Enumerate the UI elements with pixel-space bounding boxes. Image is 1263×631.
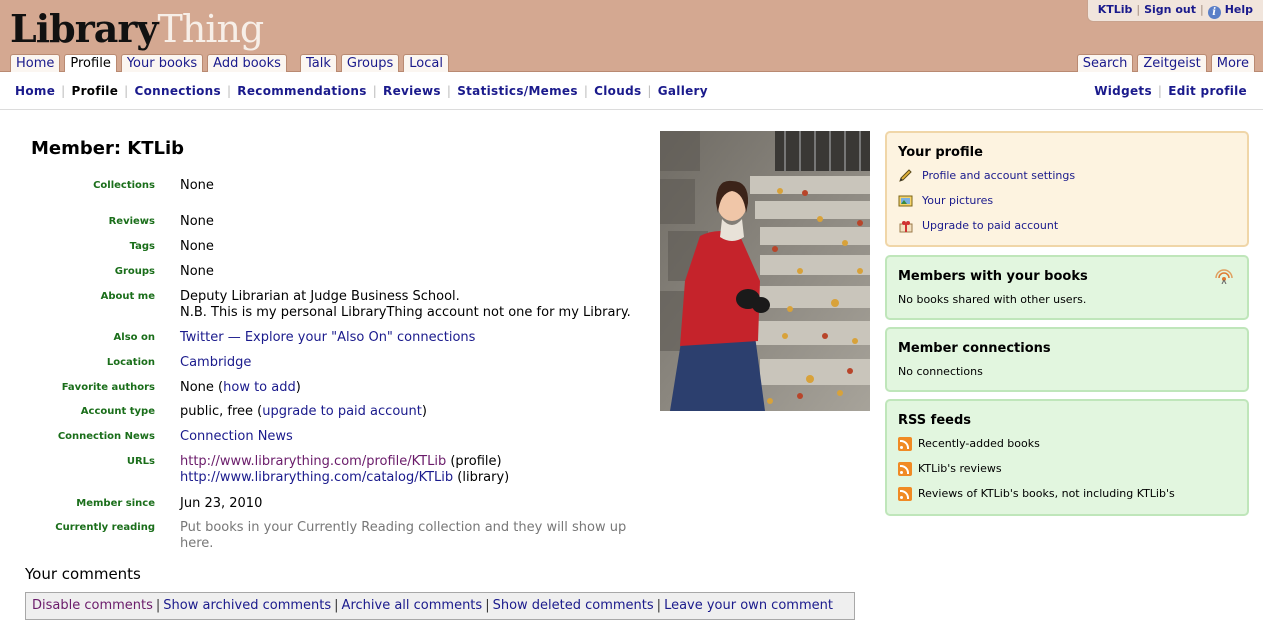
subnav-recommendations[interactable]: Recommendations	[237, 84, 366, 98]
archive-all-comments-link[interactable]: Archive all comments	[342, 598, 483, 613]
location-link[interactable]: Cambridge	[180, 355, 251, 370]
tab-search[interactable]: Search	[1076, 54, 1134, 72]
subnav-home[interactable]: Home	[15, 84, 55, 98]
your-profile-box: Your profile Profile and account setting…	[885, 131, 1249, 247]
tab-zeitgeist[interactable]: Zeitgeist	[1137, 54, 1207, 72]
sign-out-link[interactable]: Sign out	[1144, 3, 1196, 16]
members-with-books-text: No books shared with other users.	[898, 293, 1087, 306]
member-connections-box: Member connections No connections	[885, 327, 1249, 392]
comments-actions: Disable comments | Show archived comments |…	[25, 592, 855, 620]
about-line-1: Deputy Librarian at Judge Business Schoo…	[180, 289, 460, 304]
your-pictures-item[interactable]: Your pictures	[898, 194, 1236, 219]
subnav-connections[interactable]: Connections	[134, 84, 220, 98]
pencil-icon	[898, 169, 914, 183]
subnav-gallery[interactable]: Gallery	[658, 84, 708, 98]
leave-comment-link[interactable]: Leave your own comment	[664, 598, 833, 613]
broadcast-icon[interactable]	[1215, 268, 1233, 288]
subnav-profile[interactable]: Profile	[71, 84, 118, 98]
subnav-widgets[interactable]: Widgets	[1094, 84, 1152, 98]
subnav-clouds[interactable]: Clouds	[594, 84, 641, 98]
show-deleted-comments-link[interactable]: Show deleted comments	[493, 598, 654, 613]
profile-subnav: Home | Profile | Connections | Recommendations…	[0, 72, 1263, 110]
tab-talk[interactable]: Talk	[300, 54, 337, 72]
main-tabs-left: Home Profile Your books Add books	[10, 54, 287, 73]
upgrade-account-link[interactable]: upgrade to paid account	[262, 404, 422, 419]
rss-feeds-box: RSS feeds Recently-added books KTLib's r…	[885, 399, 1249, 516]
profile-url-link[interactable]: http://www.librarything.com/profile/KTLi…	[180, 454, 446, 469]
main-tabs-middle: Talk Groups Local	[300, 54, 449, 72]
subnav-edit-profile[interactable]: Edit profile	[1168, 84, 1247, 98]
username-link[interactable]: KTLib	[1098, 3, 1133, 16]
member-connections-title: Member connections	[898, 341, 1051, 356]
gift-icon	[898, 219, 914, 233]
members-with-books-box: Members with your books No books shared …	[885, 255, 1249, 320]
rss-reviews-of-books[interactable]: Reviews of KTLib's books, not including …	[898, 487, 1236, 512]
user-bar: KTLib | Sign out | i Help	[1086, 0, 1263, 22]
subnav-reviews[interactable]: Reviews	[383, 84, 441, 98]
rss-recent-books[interactable]: Recently-added books	[898, 437, 1236, 462]
your-profile-title: Your profile	[898, 145, 983, 160]
member-connections-text: No connections	[898, 365, 983, 378]
rss-feeds-title: RSS feeds	[898, 413, 972, 428]
disable-comments-link[interactable]: Disable comments	[32, 598, 153, 613]
profile-photo[interactable]	[660, 131, 870, 411]
tab-profile[interactable]: Profile	[64, 54, 117, 73]
profile-photo-image	[660, 131, 870, 411]
connection-news-link[interactable]: Connection News	[180, 429, 293, 444]
profile-settings-item[interactable]: Profile and account settings	[898, 169, 1236, 194]
subnav-statistics-memes[interactable]: Statistics/Memes	[457, 84, 578, 98]
main-tabs-right: Search Zeitgeist More	[1076, 54, 1255, 72]
tab-your-books[interactable]: Your books	[120, 54, 204, 72]
rss-icon	[898, 462, 912, 476]
help-link[interactable]: Help	[1225, 3, 1253, 16]
tab-groups[interactable]: Groups	[340, 54, 400, 72]
librarything-logo[interactable]: LibraryThing	[10, 4, 264, 54]
rss-icon	[898, 437, 912, 451]
catalog-url-link[interactable]: http://www.librarything.com/catalog/KTLi…	[180, 470, 453, 485]
show-archived-comments-link[interactable]: Show archived comments	[163, 598, 331, 613]
tab-more[interactable]: More	[1210, 54, 1255, 72]
tab-add-books[interactable]: Add books	[207, 54, 287, 72]
page-title: Member: KTLib	[31, 138, 185, 159]
how-to-add-link[interactable]: how to add	[223, 380, 296, 395]
rss-ktlib-reviews[interactable]: KTLib's reviews	[898, 462, 1236, 487]
comments-heading: Your comments	[25, 565, 141, 583]
also-on-link[interactable]: Twitter — Explore your "Also On" connect…	[180, 330, 475, 345]
upgrade-paid-item[interactable]: Upgrade to paid account	[898, 219, 1236, 244]
pictures-icon	[898, 194, 914, 208]
members-with-books-title: Members with your books	[898, 269, 1088, 284]
tab-home[interactable]: Home	[10, 54, 61, 72]
tab-local[interactable]: Local	[403, 54, 449, 72]
about-line-2: N.B. This is my personal LibraryThing ac…	[180, 305, 631, 320]
info-icon: i	[1207, 6, 1221, 19]
rss-icon	[898, 487, 912, 501]
site-header: LibraryThing KTLib | Sign out | i Help Home P…	[0, 0, 1263, 73]
